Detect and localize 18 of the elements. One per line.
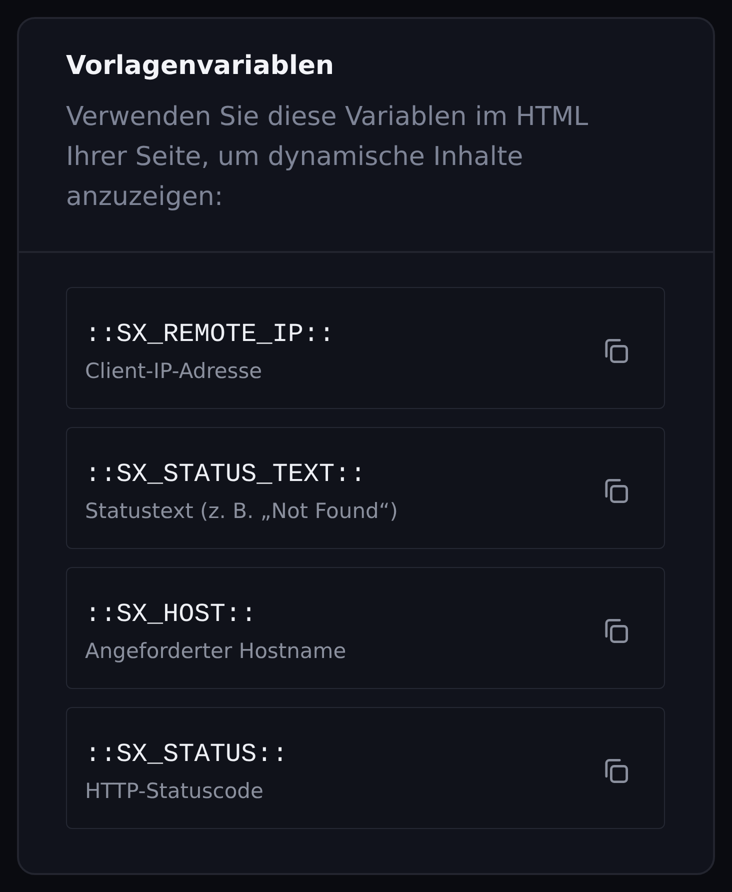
variable-description: Statustext (z. B. „Not Found“) [85, 498, 398, 524]
copy-button[interactable] [604, 619, 628, 643]
copy-button[interactable] [604, 759, 628, 783]
variable-description: Angeforderter Hostname [85, 638, 346, 664]
variable-name: ::SX_STATUS_TEXT:: [85, 458, 367, 490]
variable-description: HTTP-Statuscode [85, 778, 264, 804]
copy-button[interactable] [604, 479, 628, 503]
copy-button[interactable] [604, 339, 628, 363]
variable-description: Client-IP-Adresse [85, 358, 264, 384]
variable-name: ::SX_HOST:: [85, 598, 258, 630]
copy-icon [604, 619, 628, 643]
variable-name: ::SX_REMOTE_IP:: [85, 318, 335, 350]
panel-title: Vorlagenvariablen [66, 50, 336, 83]
copy-icon [604, 759, 628, 783]
panel-description: Verwenden Sie diese Variablen im HTML Ihrer Seite, um dynamische Inhalte anzuzeigen: [66, 101, 590, 214]
copy-icon [604, 339, 628, 363]
variable-name: ::SX_STATUS:: [85, 738, 288, 770]
copy-icon [604, 479, 628, 503]
